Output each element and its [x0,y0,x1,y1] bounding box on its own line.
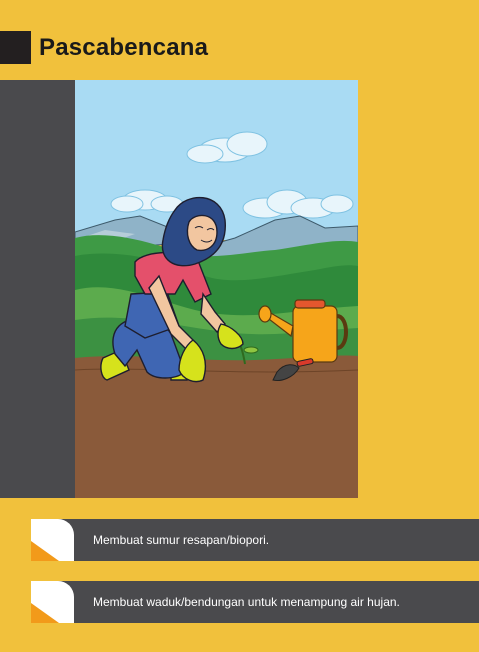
step-item: Membuat sumur resapan/biopori. [31,519,479,561]
step-badge [31,581,74,623]
step-item: Membuat waduk/bendungan untuk menampung … [31,581,479,623]
title-marker [0,31,31,64]
page-title: Pascabencana [39,34,209,61]
gardening-illustration [75,80,358,498]
step-text: Membuat waduk/bendungan untuk menampung … [93,595,400,609]
side-panel [0,80,75,498]
step-badge [31,519,74,561]
step-text: Membuat sumur resapan/biopori. [93,533,270,547]
step-badge-accent [31,541,59,561]
woman-gardening-icon [75,80,358,498]
step-badge-accent [31,603,59,623]
